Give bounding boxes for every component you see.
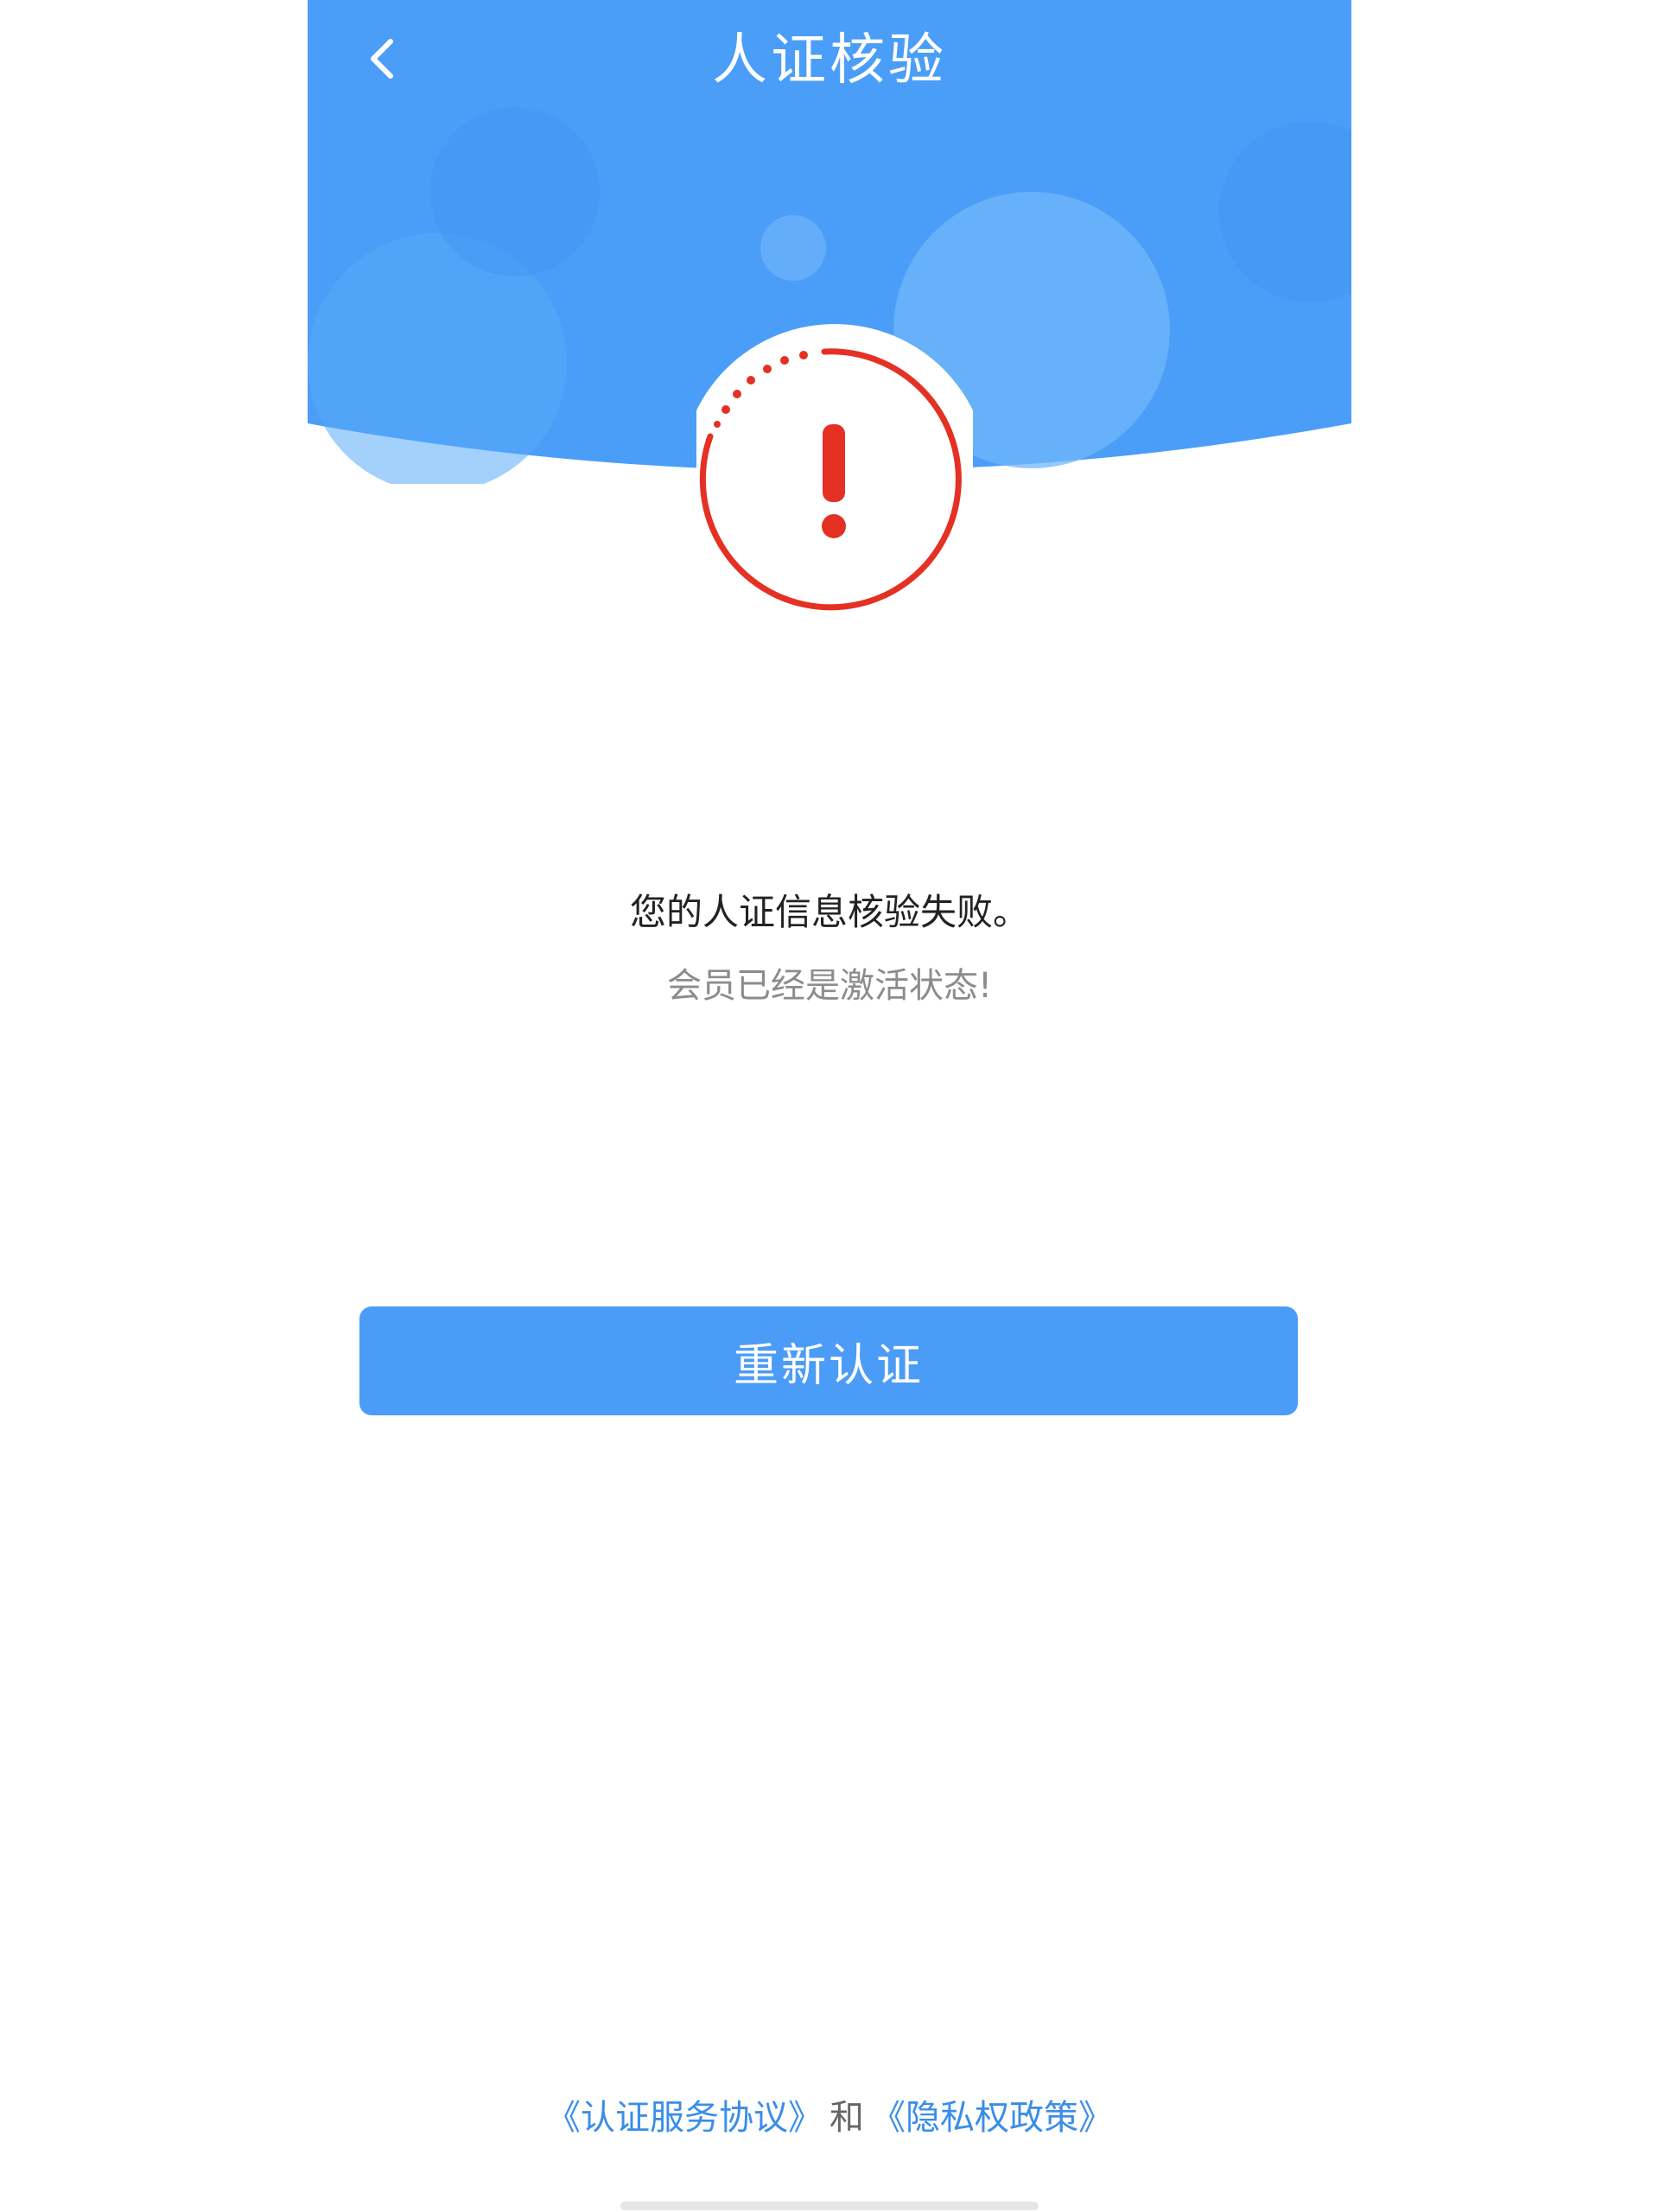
home-indicator xyxy=(620,2202,1039,2210)
result-message: 您的人证信息核验失败。 xyxy=(629,891,1029,933)
footer-agreements: 《认证服务协议》和《隐私权政策》 xyxy=(308,2088,1351,2148)
exclamation-alert-icon xyxy=(696,324,973,626)
app-page: 人证核验 您的人证信息核验失败。 会员已经是激活状态! 重新认证 《认证服务协议… xyxy=(308,0,1351,2212)
result-detail: 会员已经是激活状态! xyxy=(666,966,993,1006)
privacy-policy-link[interactable]: 《隐私权政策》 xyxy=(871,2098,1113,2138)
screen: 人证核验 您的人证信息核验失败。 会员已经是激活状态! 重新认证 《认证服务协议… xyxy=(0,0,1659,2212)
service-agreement-link[interactable]: 《认证服务协议》 xyxy=(546,2098,823,2138)
retry-verification-button[interactable]: 重新认证 xyxy=(359,1306,1298,1415)
page-title: 人证核验 xyxy=(712,29,947,92)
footer-joiner-text: 和 xyxy=(830,2098,864,2138)
